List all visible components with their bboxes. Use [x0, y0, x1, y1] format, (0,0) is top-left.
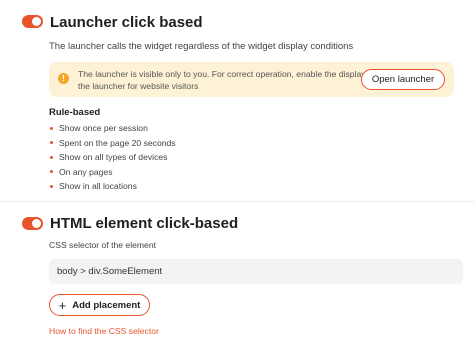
rule-text: Show in all locations	[59, 181, 137, 192]
rule-text: Show once per session	[59, 123, 148, 134]
rules-list: Show once per session Spent on the page …	[49, 121, 349, 194]
widget-settings-panel: Launcher click based The launcher calls …	[0, 0, 474, 349]
list-item: On any pages	[49, 165, 349, 180]
bullet-icon	[50, 141, 53, 145]
plus-icon: +	[58, 297, 67, 313]
css-selector-help-link[interactable]: How to find the CSS selector	[49, 326, 159, 336]
open-launcher-button[interactable]: Open launcher	[361, 69, 445, 90]
rule-text: Show on all types of devices	[59, 152, 168, 163]
bullet-icon	[50, 126, 53, 130]
list-item: Show on all types of devices	[49, 150, 349, 165]
notice-text: The launcher is visible only to you. For…	[78, 69, 376, 91]
html-element-toggle[interactable]	[22, 217, 43, 230]
bullet-icon	[50, 170, 53, 174]
warning-icon: !	[58, 73, 69, 84]
add-placement-label: Add placement	[72, 299, 141, 311]
launcher-section: Launcher click based The launcher calls …	[0, 0, 474, 201]
selector-label: CSS selector of the element	[49, 240, 156, 250]
launcher-description: The launcher calls the widget regardless…	[49, 41, 354, 52]
bullet-icon	[50, 155, 53, 159]
html-element-title: HTML element click-based	[50, 215, 239, 232]
toggle-knob	[32, 17, 41, 26]
css-selector-input[interactable]: body > div.SomeElement	[49, 259, 463, 284]
rules-heading: Rule-based	[49, 107, 101, 118]
launcher-title: Launcher click based	[50, 14, 203, 31]
launcher-toggle[interactable]	[22, 15, 43, 28]
list-item: Spent on the page 20 seconds	[49, 136, 349, 151]
list-item: Show in all locations	[49, 179, 349, 194]
launcher-notice: ! The launcher is visible only to you. F…	[49, 62, 454, 97]
rule-text: On any pages	[59, 166, 113, 177]
add-placement-button[interactable]: + Add placement	[49, 294, 150, 316]
list-item: Show once per session	[49, 121, 349, 136]
rule-text: Spent on the page 20 seconds	[59, 137, 176, 148]
toggle-knob	[32, 219, 41, 228]
bullet-icon	[50, 184, 53, 188]
